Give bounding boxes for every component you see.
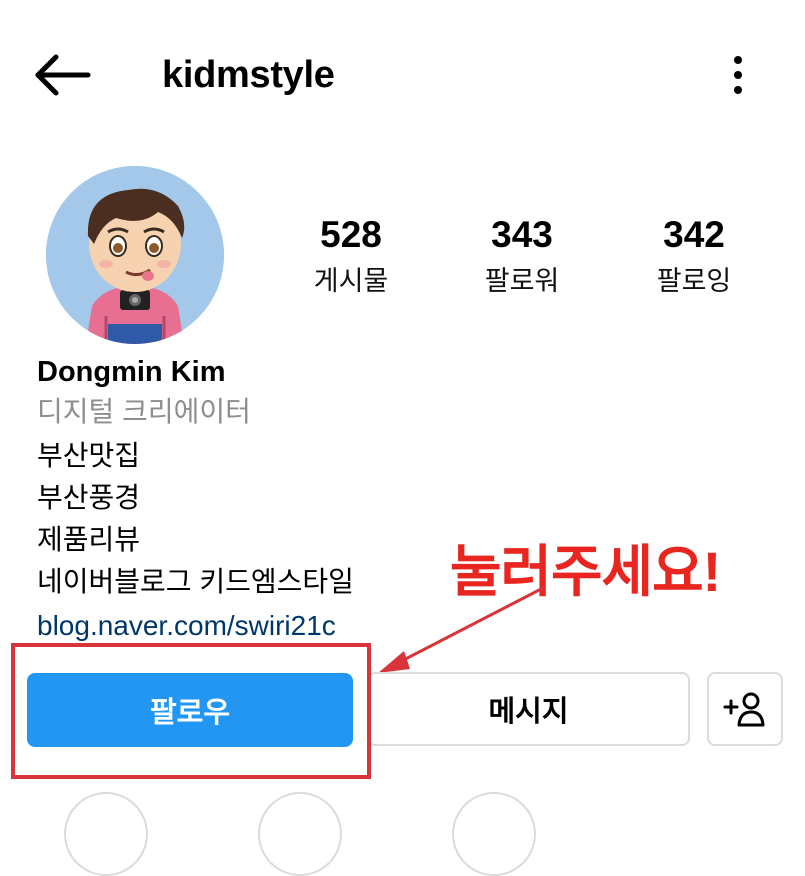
stat-following[interactable]: 342 팔로잉 (624, 212, 764, 300)
bio-link[interactable]: blog.naver.com/swiri21c (37, 606, 336, 646)
bio-line: 제품리뷰 (37, 524, 141, 555)
annotation-arrow-icon (378, 585, 546, 673)
back-button[interactable] (30, 50, 94, 100)
stat-followers[interactable]: 343 팔로워 (452, 212, 592, 300)
bio-line: 부산맛집 (37, 440, 141, 471)
bio-line: 네이버블로그 키드엠스타일 (37, 566, 354, 597)
profile-category: 디지털 크리에이터 (37, 396, 251, 427)
stat-posts[interactable]: 528 게시물 (281, 212, 421, 300)
posts-label: 게시물 (313, 266, 389, 296)
bio-line: 부산풍경 (37, 482, 141, 513)
more-vertical-icon (734, 56, 742, 94)
posts-count: 528 (320, 214, 382, 255)
annotation-highlight-box (11, 643, 371, 779)
message-button[interactable]: 메시지 (367, 672, 690, 746)
following-count: 342 (663, 214, 725, 255)
following-label: 팔로잉 (656, 266, 732, 296)
display-name: Dongmin Kim (37, 356, 226, 388)
arrow-left-icon (35, 54, 91, 96)
suggested-users-button[interactable] (707, 672, 783, 746)
followers-label: 팔로워 (484, 266, 560, 296)
avatar[interactable] (46, 166, 224, 344)
add-user-icon (723, 692, 765, 727)
followers-count: 343 (491, 214, 553, 255)
more-options-button[interactable] (718, 52, 758, 98)
cartoon-avatar-image (46, 166, 224, 344)
profile-username: kidmstyle (162, 54, 335, 96)
